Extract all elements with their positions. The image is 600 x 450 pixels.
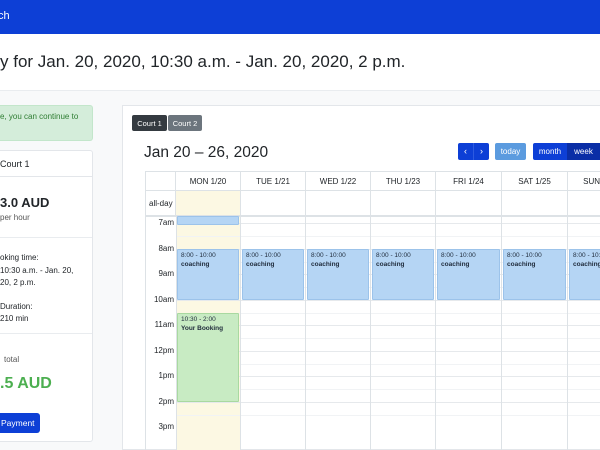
calendar-event[interactable]: 8:00 - 10:00 coaching [437,249,500,300]
time-label: 7am [158,218,174,227]
calendar-event[interactable]: 8:00 - 10:00 coaching [503,249,566,300]
price-unit: per hour [0,213,30,222]
calendar-event[interactable]: 8:00 - 10:00 coaching [307,249,369,300]
allday-cell[interactable] [241,191,306,217]
booking-time-line: 10:30 a.m. - Jan. 20, [0,266,74,275]
allday-cell[interactable] [306,191,371,217]
day-header: THU 1/23 [371,172,436,191]
total-price: .5 AUD [0,375,52,392]
my-booking-event[interactable]: 10:30 - 2:00 Your Booking [177,313,239,402]
event-time: 10:30 - 2:00 [181,316,216,323]
allday-cell[interactable] [568,191,600,217]
calendar-event[interactable]: 8:00 - 10:00 coaching [242,249,304,300]
time-label: 2pm [158,397,174,406]
next-week-button[interactable]: › [473,143,489,160]
event-title: coaching [441,261,470,268]
column-line [305,217,306,450]
booking-time-value: 10:30 a.m. - Jan. 20, 20, 2 p.m. [0,265,92,289]
day-header: SAT 1/25 [502,172,568,191]
week-time-grid: all-day MON 1/20 TUE 1/21 WED 1/22 THU 1/23… [145,171,600,450]
time-label: 8am [158,244,174,253]
event-title: coaching [311,261,340,268]
success-alert: e, you can continue to [0,105,93,141]
week-view-button[interactable]: week [567,143,600,160]
time-label: 9am [158,269,174,278]
time-label: 1pm [158,371,174,380]
month-view-button[interactable]: month [533,143,567,160]
event-time: 8:00 - 10:00 [441,252,476,259]
day-header: FRI 1/24 [436,172,502,191]
event-title: coaching [507,261,536,268]
calendar-range-title: Jan 20 – 26, 2020 [144,144,269,161]
event-time: 8:00 - 10:00 [181,252,216,259]
allday-cell[interactable] [176,191,241,217]
day-header: SUN 1/26 [568,172,600,191]
column-line [567,217,568,450]
event-time: 8:00 - 10:00 [311,252,346,259]
calendar-event[interactable]: 8:00 - 10:00 coaching [569,249,600,300]
time-label: 3pm [158,422,174,431]
booking-time-label: oking time: [0,253,39,262]
divider [0,333,92,334]
court-2-button[interactable]: Court 2 [168,115,202,131]
event-time: 8:00 - 10:00 [246,252,281,259]
court-name: Court 1 [0,151,92,177]
prev-week-button[interactable]: ‹ [458,143,473,160]
event-title: coaching [573,261,600,268]
duration-label: Duration: [0,302,33,311]
allday-cell[interactable] [502,191,568,217]
event-time: 8:00 - 10:00 [376,252,411,259]
event-title: coaching [181,261,210,268]
allday-cell[interactable] [436,191,502,217]
column-line [435,217,436,450]
gutter-header [146,172,176,191]
calendar-event[interactable] [177,216,239,225]
booking-summary-card: Court 1 3.0 AUD per hour oking time: 10:… [0,150,93,442]
calendar-event[interactable]: 8:00 - 10:00 coaching [177,249,239,300]
court-1-button[interactable]: Court 1 [132,115,167,131]
day-header: TUE 1/21 [241,172,306,191]
event-title: Your Booking [181,325,224,332]
time-label: 10am [153,295,174,304]
total-label: total [4,355,20,364]
page-title: y for Jan. 20, 2020, 10:30 a.m. - Jan. 2… [0,52,406,71]
day-header: WED 1/22 [306,172,371,191]
allday-cell[interactable] [371,191,436,217]
day-header: MON 1/20 [176,172,241,191]
event-title: coaching [376,261,405,268]
payment-button[interactable]: Payment [0,413,40,433]
divider [0,237,92,238]
navbar-brand[interactable]: ch [0,10,10,22]
column-line [240,217,241,450]
column-line [370,217,371,450]
top-navbar: ch [0,0,600,34]
today-button[interactable]: today [495,143,526,160]
alert-text: e, you can continue to [0,112,79,121]
price-per-hour: 3.0 AUD [0,195,50,210]
time-label: 12pm [153,346,174,355]
booking-time-line: 20, 2 p.m. [0,278,36,287]
event-time: 8:00 - 10:00 [573,252,600,259]
event-title: coaching [246,261,275,268]
column-line [501,217,502,450]
duration-value: 210 min [0,314,29,323]
time-label: 11am [154,320,174,329]
allday-label: all-day [146,191,176,217]
event-time: 8:00 - 10:00 [507,252,542,259]
calendar-event[interactable]: 8:00 - 10:00 coaching [372,249,434,300]
